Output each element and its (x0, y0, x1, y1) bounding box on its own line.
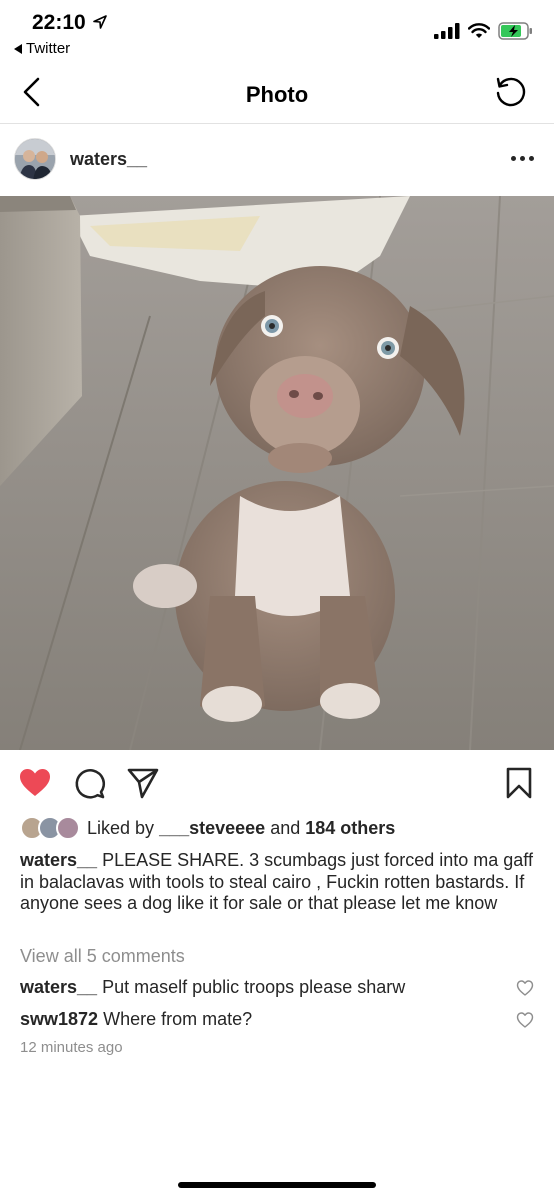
view-all-comments-link[interactable]: View all 5 comments (20, 946, 185, 967)
avatar-image (15, 139, 55, 179)
post-caption: waters__ PLEASE SHARE. 3 scumbags just f… (20, 850, 534, 915)
refresh-icon[interactable] (494, 76, 528, 110)
comment-icon[interactable] (72, 766, 106, 800)
comment-item: waters__ Put maself public troops please… (20, 977, 534, 998)
nav-bar: Photo (0, 62, 554, 124)
back-to-app[interactable]: Twitter (14, 40, 70, 57)
send-icon[interactable] (126, 766, 160, 800)
action-bar (0, 758, 554, 808)
caption-username[interactable]: waters__ (20, 850, 97, 870)
likes-middle: and (270, 817, 301, 838)
liker-avatar (56, 816, 80, 840)
heart-filled-icon[interactable] (18, 766, 52, 800)
post-header: waters__ (0, 124, 554, 196)
home-indicator[interactable] (178, 1182, 376, 1188)
back-app-label: Twitter (26, 40, 71, 57)
likes-others[interactable]: 184 others (305, 818, 395, 839)
status-indicators (434, 22, 534, 40)
more-horizontal-icon[interactable] (511, 156, 534, 161)
bookmark-icon[interactable] (502, 766, 536, 800)
comment-text: Where from mate? (103, 1009, 253, 1029)
status-time: 22:10 (32, 11, 86, 34)
page-title: Photo (245, 82, 309, 107)
location-arrow-icon (93, 15, 107, 29)
likes-prefix: Liked by (87, 817, 155, 838)
puppy-image (0, 196, 554, 750)
caption-text: PLEASE SHARE. 3 scumbags just forced int… (20, 850, 533, 913)
back-triangle-icon (14, 43, 22, 54)
post-timestamp: 12 minutes ago (20, 1039, 123, 1056)
comment-item: sww1872 Where from mate? (20, 1009, 534, 1030)
comment-username[interactable]: sww1872 (20, 1009, 98, 1029)
likes-row[interactable]: Liked by ___steveeee and 184 others (20, 815, 395, 841)
cellular-signal-icon (434, 23, 460, 39)
post-photo[interactable] (0, 196, 554, 750)
heart-outline-icon[interactable] (516, 1011, 534, 1029)
avatar[interactable] (14, 138, 56, 180)
comment-username[interactable]: waters__ (20, 977, 97, 997)
post-username[interactable]: waters__ (70, 149, 147, 170)
wifi-icon (468, 23, 490, 38)
liker-avatars (20, 816, 80, 840)
status-bar: 22:10 Twitter (0, 0, 554, 62)
battery-charging-icon (498, 22, 532, 40)
likes-user[interactable]: ___steveeee (159, 818, 265, 839)
heart-outline-icon[interactable] (516, 979, 534, 997)
comment-text: Put maself public troops please sharw (102, 977, 406, 997)
